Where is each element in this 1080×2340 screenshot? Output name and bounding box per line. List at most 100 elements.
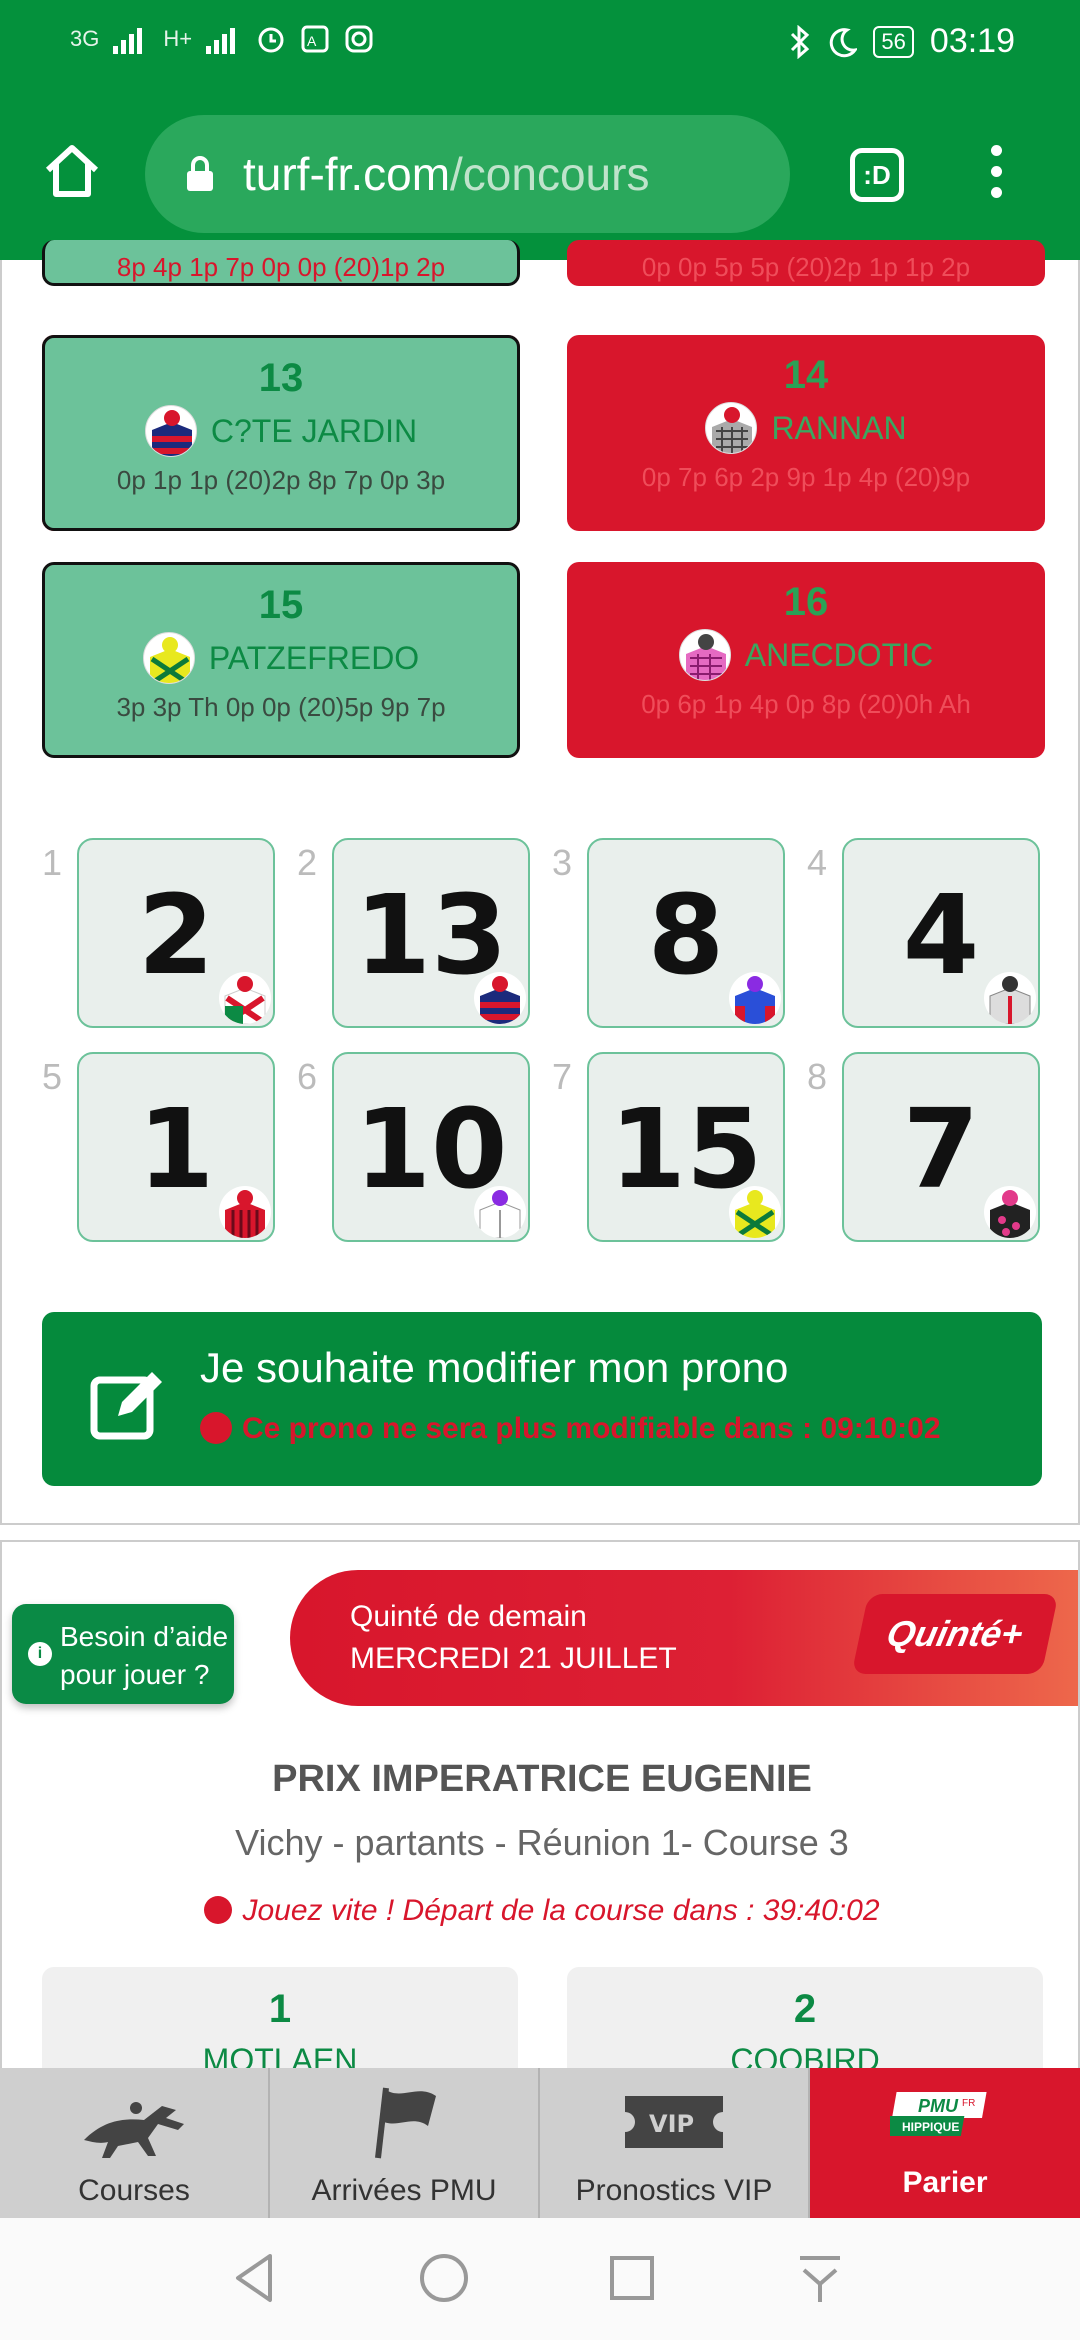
horse-number: 15 [258,583,304,627]
jockey-silk-icon [984,972,1036,1024]
pick-slot-6[interactable]: 10 [332,1052,530,1242]
runner-card-2[interactable]: 2 COOBIRD [567,1967,1043,2070]
prono-panel: 8p 4p 1p 7p 0p 0p (20)1p 2p 0p 0p 5p 5p … [0,240,1080,1525]
alarm-icon [258,27,284,53]
quinte-banner-line1: Quinté de demain [350,1600,587,1633]
quinte-plus-logo: Quinté+ [851,1594,1059,1674]
horse-name: RANNAN [771,409,907,446]
nav-courses[interactable]: Courses [0,2068,270,2218]
nav-pronostics-vip[interactable]: VIP Pronostics VIP [540,2068,810,2218]
flag-icon [375,2087,436,2159]
pick-rank: 8 [807,1056,828,1097]
horse-card-14[interactable]: 14 RANNAN 0p 7p 6p 2p 9p 1p 4p (20)9p [567,335,1045,531]
home-circle-icon[interactable] [414,2248,474,2308]
more-menu-button[interactable] [988,145,1004,205]
back-icon[interactable] [226,2248,286,2308]
bottom-navigation: Courses Arrivées PMU VIP Pronostics VIP … [0,2068,1080,2218]
notification-pulldown-icon[interactable] [790,2248,850,2308]
jockey-silk-icon [678,629,731,681]
pick-slot-1[interactable]: 2 [77,838,275,1028]
battery-indicator: 56 [873,25,914,58]
bluetooth-icon [791,24,810,59]
modify-prono-label: Je souhaite modifier mon prono [200,1344,789,1391]
svg-text:VIP: VIP [649,2110,694,2138]
signal-icon-2: H+ [163,26,193,51]
help-line2: pour jouer ? [60,1659,210,1690]
horse-form: 0p 7p 6p 2p 9p 1p 4p (20)9p [641,462,971,492]
nav-parier-label: Parier [902,2166,988,2199]
pick-rank: 1 [42,842,63,883]
svg-text:A: A [307,33,317,49]
moon-icon [830,27,858,57]
runner-card-1[interactable]: 1 MOTLAEN [42,1967,518,2070]
jockey-silk-icon [474,972,526,1024]
signal-bars-icon-2 [206,28,236,54]
race-countdown-text: Jouez vite ! Départ de la course dans : … [242,1894,880,1927]
pick-rank: 3 [552,842,573,883]
pick-rank: 7 [552,1056,573,1097]
jockey-silk-icon [729,1186,781,1238]
jockey-silk-icon [219,1186,271,1238]
horse-name: ANECDOTIC [744,636,934,673]
svg-text:HIPPIQUE: HIPPIQUE [902,2120,959,2134]
home-icon[interactable] [40,138,104,202]
nav-parier[interactable]: PMU FR HIPPIQUE Parier [810,2068,1080,2218]
jockey-silk-icon [474,1186,526,1238]
horse-form: 3p 3p Th 0p 0p (20)5p 9p 7p [116,692,446,722]
quinte-banner-date: MERCREDI 21 JUILLET [350,1642,677,1675]
nav-pronostics-label: Pronostics VIP [575,2174,773,2207]
url-path: /concours [450,148,650,200]
next-race-panel: Quinté de demain MERCREDI 21 JUILLET Qui… [0,1540,1080,2070]
horse-card-partial[interactable]: 0p 0p 5p 5p (20)2p 1p 1p 2p [567,240,1045,286]
horse-form: 0p 1p 1p (20)2p 8p 7p 0p 3p [116,465,446,495]
horse-card-15[interactable]: 15 PATZEFREDO 3p 3p Th 0p 0p (20)5p 9p 7… [42,562,520,758]
clock-icon [204,1896,233,1924]
signal-icon: 3G [70,26,100,51]
runner-number: 2 [793,1987,817,2031]
horse-form: 0p 0p 5p 5p (20)2p 1p 1p 2p [641,252,971,282]
vip-ticket-icon: VIP [625,2096,723,2148]
horse-card-13[interactable]: 13 C?TE JARDIN 0p 1p 1p (20)2p 8p 7p 0p … [42,335,520,531]
pick-slot-8[interactable]: 7 [842,1052,1040,1242]
browser-toolbar: turf-fr.com/concours :D [0,90,1080,260]
timer-icon [200,1412,232,1444]
horse-name: C?TE JARDIN [210,412,418,449]
pick-rank: 5 [42,1056,63,1097]
runner-name: MOTLAEN [202,2042,358,2070]
jockey-silk-icon [984,1186,1036,1238]
svg-text:PMU: PMU [918,2096,959,2116]
pick-slot-2[interactable]: 13 [332,838,530,1028]
edit-icon [90,1372,162,1440]
pick-rank: 4 [807,842,828,883]
jockey-silk-icon [729,972,781,1024]
horse-number: 14 [783,353,829,397]
info-icon: i [28,1642,52,1666]
system-navigation-bar [0,2218,1080,2340]
help-button[interactable]: i Besoin d’aide pour jouer ? [12,1604,234,1704]
translate-icon: A [301,25,329,53]
instagram-icon [345,25,373,53]
pick-slot-4[interactable]: 4 [842,838,1040,1028]
pick-rank: 6 [297,1056,318,1097]
race-countdown: Jouez vite ! Départ de la course dans : … [2,1894,1078,1928]
signal-bars-icon [113,28,143,54]
recents-icon[interactable] [602,2248,662,2308]
horse-card-16[interactable]: 16 ANECDOTIC 0p 6p 1p 4p 0p 8p (20)0h Ah [567,562,1045,758]
nav-arrivees[interactable]: Arrivées PMU [270,2068,540,2218]
pick-slot-5[interactable]: 1 [77,1052,275,1242]
modify-prono-button[interactable]: Je souhaite modifier mon prono Ce prono … [42,1312,1042,1486]
tab-switcher-button[interactable]: :D [850,148,904,202]
jockey-silk-icon [142,632,195,684]
nav-arrivees-label: Arrivées PMU [311,2174,497,2207]
jockey-silk-icon [144,405,197,457]
runner-name: COOBIRD [730,2042,880,2070]
pick-slot-3[interactable]: 8 [587,838,785,1028]
quinte-banner[interactable]: Quinté de demain MERCREDI 21 JUILLET Qui… [290,1570,1078,1706]
horse-form: 8p 4p 1p 7p 0p 0p (20)1p 2p [116,252,446,282]
horse-card-partial[interactable]: 8p 4p 1p 7p 0p 0p (20)1p 2p [42,240,520,286]
horse-racing-icon [84,2102,184,2158]
address-bar[interactable]: turf-fr.com/concours [145,115,790,233]
pick-slot-7[interactable]: 15 [587,1052,785,1242]
runner-number: 1 [268,1987,292,2031]
horse-number: 13 [258,356,304,400]
